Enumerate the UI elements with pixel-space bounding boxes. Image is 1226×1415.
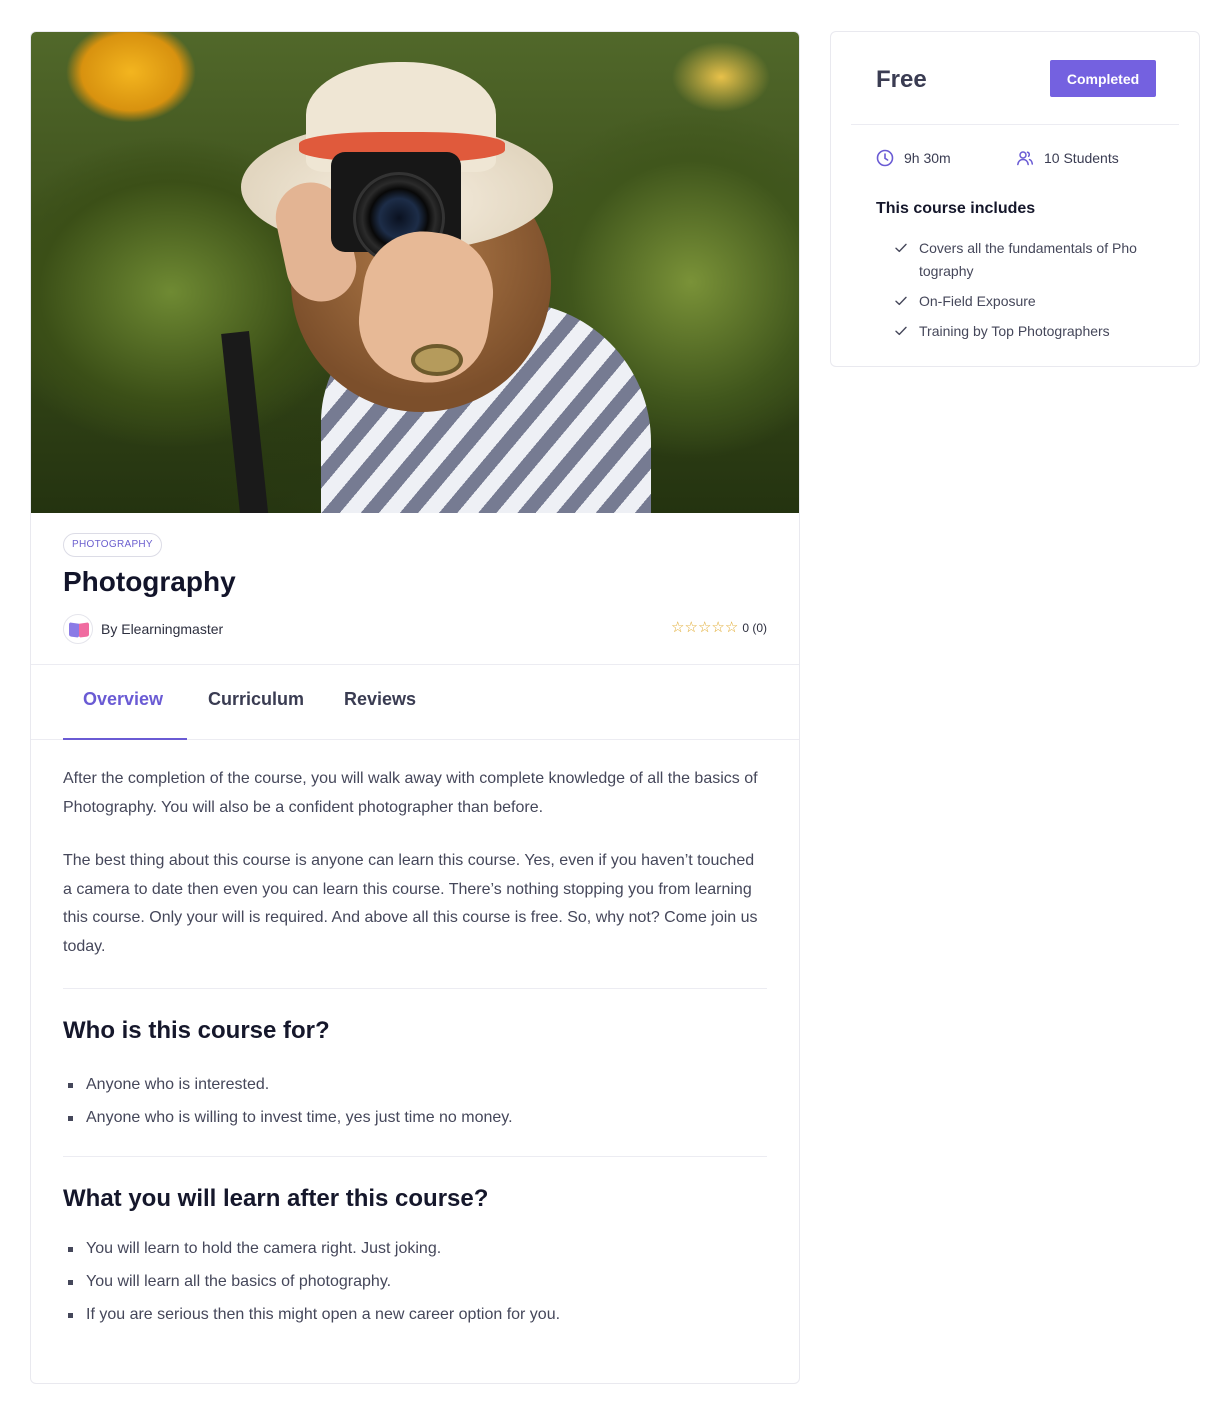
audience-list: Anyone who is interested. Anyone who is … (63, 1074, 767, 1129)
price: Free (876, 66, 927, 93)
star-outline-icon: ☆ (671, 619, 685, 636)
overview-paragraph: After the completion of the course, you … (63, 770, 758, 816)
course-sidebar: Free Completed 9h 30m 10 Students This c… (830, 31, 1200, 367)
category-badge[interactable]: PHOTOGRAPHY (63, 533, 162, 557)
list-item: Anyone who is interested. (63, 1074, 767, 1096)
star-outline-icon: ☆ (724, 619, 739, 636)
star-outline-icon: ☆ (711, 619, 725, 636)
audience-title: Who is this course for? (63, 1017, 330, 1044)
list-item: You will learn all the basics of photogr… (63, 1271, 767, 1293)
duration-value: 9h 30m (904, 150, 951, 166)
camera-strap (221, 331, 269, 513)
completed-button[interactable]: Completed (1050, 60, 1156, 97)
list-item: You will learn to hold the camera right.… (63, 1238, 767, 1260)
star-outline-icon: ☆ (697, 619, 712, 636)
tab-curriculum[interactable]: Curriculum (208, 689, 304, 710)
course-title: Photography (63, 566, 236, 597)
divider (851, 124, 1179, 125)
star-outline-icon: ☆ (684, 619, 698, 636)
check-icon (895, 296, 907, 306)
students-stat: 10 Students (1016, 149, 1119, 167)
tab-overview[interactable]: Overview (83, 689, 163, 710)
outcomes-list: You will learn to hold the camera right.… (63, 1238, 767, 1326)
course-cover-image (31, 32, 799, 513)
active-tab-indicator (63, 738, 187, 740)
include-item: On-Field Exposure (893, 290, 1163, 313)
course-header: PHOTOGRAPHY Photography By Elearningmast… (31, 513, 799, 651)
rating-count: 0 (0) (742, 621, 767, 635)
tab-reviews[interactable]: Reviews (344, 689, 416, 710)
check-icon (895, 243, 907, 253)
include-item: Training by Top Photographers (893, 320, 1163, 343)
list-item: If you are serious then this might open … (63, 1304, 767, 1326)
overview-panel: After the completion of the course, you … (31, 740, 799, 1326)
includes-title: This course includes (876, 200, 1036, 217)
includes-list: Covers all the fundamentals of Pho togra… (893, 237, 1163, 343)
duration-stat: 9h 30m (876, 149, 951, 167)
users-icon (1017, 151, 1034, 166)
open-book-icon (63, 614, 93, 644)
overview-paragraph: The best thing about this course is anyo… (63, 852, 758, 955)
check-icon (895, 326, 907, 336)
clock-icon (876, 149, 894, 167)
include-item: Covers all the fundamentals of Pho togra… (893, 237, 1163, 283)
outcomes-title: What you will learn after this course? (63, 1185, 489, 1212)
course-meta: By Elearningmaster ☆ ☆ ☆ ☆ ☆ 0 (0) (63, 611, 767, 651)
wrist-watch (411, 344, 463, 376)
course-tabs: Overview Curriculum Reviews (31, 664, 799, 740)
course-card: PHOTOGRAPHY Photography By Elearningmast… (30, 31, 800, 1384)
students-value: 10 Students (1044, 150, 1119, 166)
divider (63, 1156, 767, 1157)
divider (63, 988, 767, 989)
author-name[interactable]: By Elearningmaster (101, 621, 223, 637)
list-item: Anyone who is willing to invest time, ye… (63, 1107, 767, 1129)
rating: ☆ ☆ ☆ ☆ ☆ 0 (0) (671, 619, 767, 637)
